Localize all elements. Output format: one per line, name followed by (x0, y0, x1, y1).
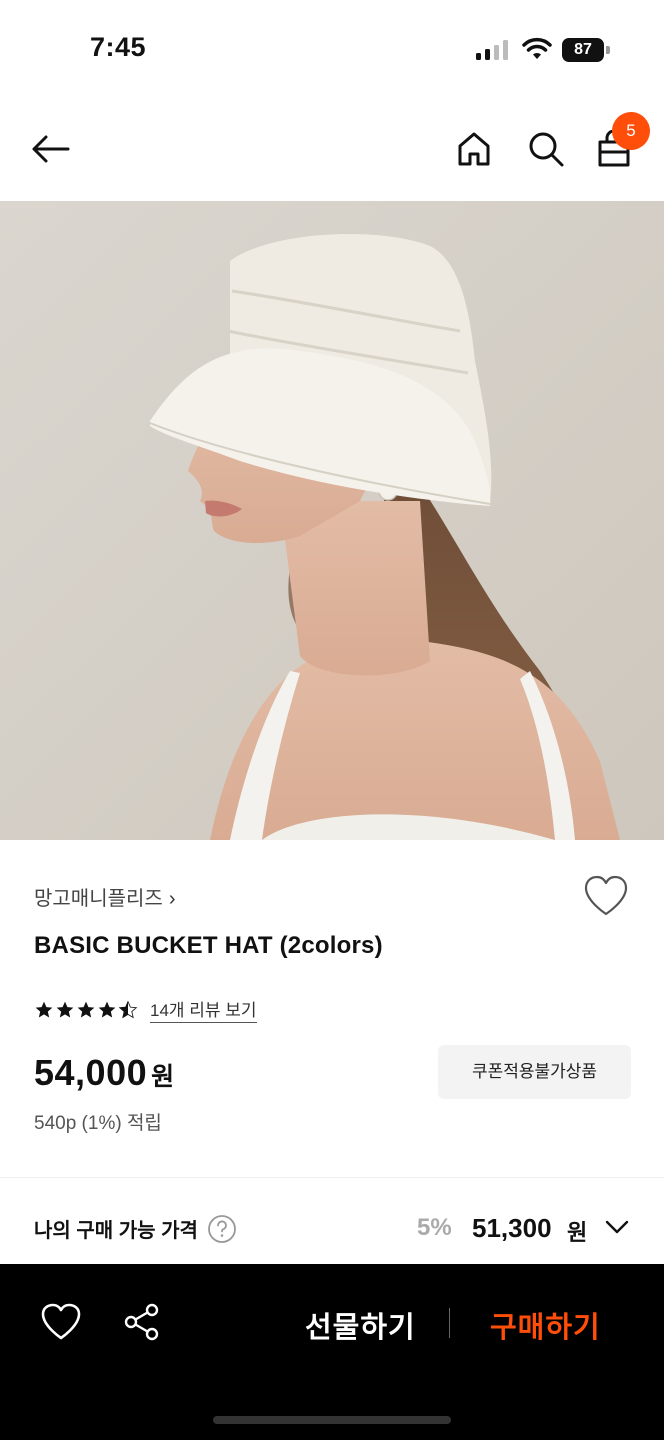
wifi-icon (522, 37, 552, 59)
battery-icon: 87 (562, 38, 610, 62)
search-button[interactable] (522, 125, 570, 173)
price: 54,000 원 (34, 1052, 174, 1094)
battery-level: 87 (562, 38, 604, 62)
half-star-icon (118, 1000, 138, 1018)
price-unit: 원 (151, 1063, 175, 1091)
discount-rate: 5% (417, 1214, 452, 1241)
buy-button[interactable]: 구매하기 (490, 1304, 601, 1346)
my-price-label: 나의 구매 가능 가격 (34, 1220, 198, 1242)
back-button[interactable] (26, 125, 74, 173)
review-link[interactable]: 14개 리뷰 보기 (150, 996, 257, 1023)
brand-link[interactable]: 망고매니플리즈 › (34, 882, 175, 911)
product-title: BASIC BUCKET HAT (2colors) (34, 932, 383, 959)
home-indicator[interactable] (213, 1416, 451, 1424)
status-time: 7:45 (90, 32, 147, 62)
my-price-row[interactable]: 나의 구매 가능 가격 5% 51,300 원 (0, 1180, 664, 1264)
brand-name: 망고매니플리즈 (34, 888, 163, 910)
search-icon (529, 132, 564, 167)
bottom-action-bar: 선물하기 구매하기 (0, 1264, 664, 1440)
my-price-unit: 원 (567, 1220, 588, 1245)
star-icon (77, 1001, 95, 1017)
button-separator (449, 1308, 450, 1338)
star-icon (56, 1001, 74, 1017)
chevron-right-icon: › (168, 888, 176, 910)
cellular-signal-icon (476, 40, 508, 60)
cart-count-badge: 5 (612, 112, 650, 150)
wishlist-heart-icon[interactable] (40, 1302, 82, 1342)
price-value: 54,000 (34, 1052, 148, 1093)
status-bar: 7:45 87 (0, 0, 664, 100)
battery-nub (606, 46, 610, 54)
gift-button[interactable]: 선물하기 (305, 1304, 416, 1346)
help-icon[interactable] (207, 1214, 237, 1244)
rating-row: 14개 리뷰 보기 (34, 996, 257, 1023)
chevron-down-icon[interactable] (604, 1216, 630, 1238)
wishlist-heart-icon[interactable] (582, 874, 630, 918)
star-icon (98, 1001, 116, 1017)
section-divider (0, 1177, 664, 1178)
home-button[interactable] (450, 125, 498, 173)
bucket-hat-photo (0, 201, 664, 840)
coupon-status-chip[interactable]: 쿠폰적용불가상품 (438, 1045, 631, 1099)
arrow-left-icon (32, 135, 70, 163)
product-image[interactable] (0, 201, 664, 840)
my-price-value: 51,300 (472, 1213, 552, 1243)
top-nav-bar (0, 100, 664, 200)
home-icon (458, 132, 490, 166)
star-rating (34, 1000, 138, 1020)
star-icon (35, 1001, 53, 1017)
reward-points: 540p (1%) 적립 (34, 1113, 162, 1134)
share-icon[interactable] (122, 1302, 162, 1342)
